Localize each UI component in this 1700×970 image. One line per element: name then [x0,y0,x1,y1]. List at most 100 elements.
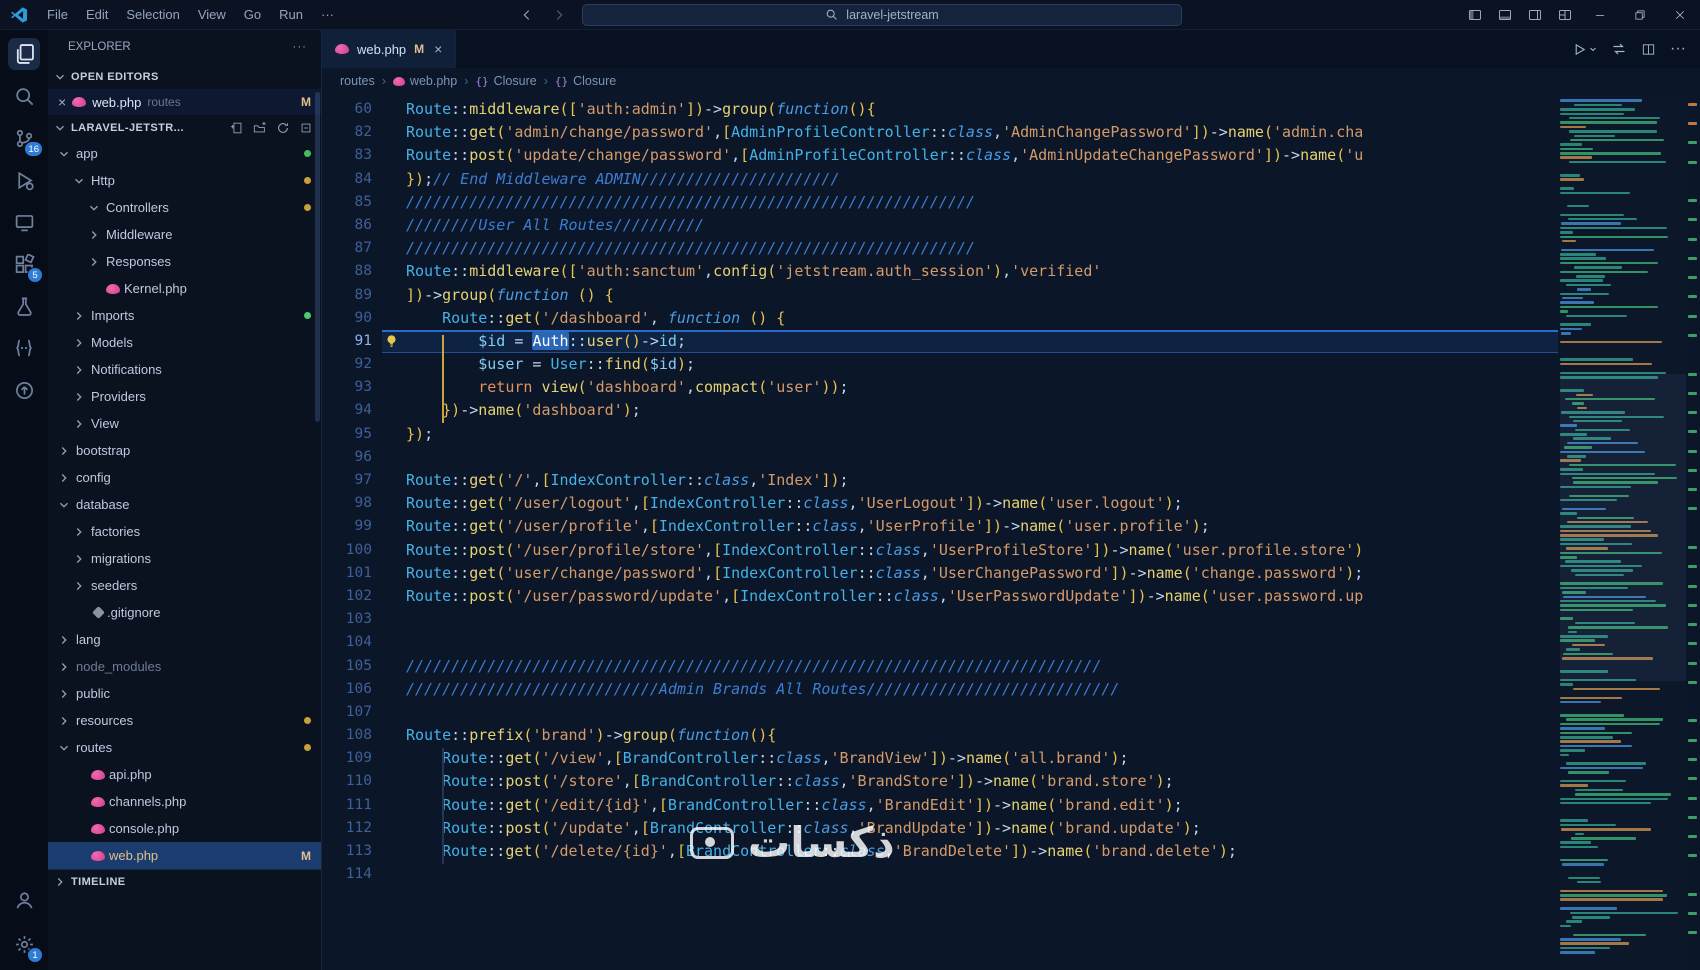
explorer-more-icon[interactable]: ··· [293,41,308,53]
share-icon[interactable] [8,374,40,406]
remote-explorer-icon[interactable] [8,206,40,238]
source-control-icon[interactable]: 16 [8,122,43,157]
code-line-90[interactable]: 90 Route::get('/dashboard', function () … [322,307,1558,330]
code-line-101[interactable]: 101 Route::get('user/change/password',[In… [322,562,1558,585]
nav-forward-icon[interactable] [550,6,568,24]
overview-ruler[interactable] [1686,94,1700,970]
code-line-95[interactable]: 95}); [322,423,1558,446]
tree-item-Responses[interactable]: Responses [48,248,321,275]
tree-item-routes[interactable]: routes [48,734,321,761]
tree-item-channels.php[interactable]: channels.php [48,788,321,815]
tree-item-Controllers[interactable]: Controllers [48,194,321,221]
tree-item-api.php[interactable]: api.php [48,761,321,788]
code-line-97[interactable]: 97 Route::get('/',[IndexController::class… [322,469,1558,492]
code-line-93[interactable]: 93 return view('dashboard',compact('user… [322,376,1558,399]
tree-item-console.php[interactable]: console.php [48,815,321,842]
code-line-109[interactable]: 109 Route::get('/view',[BrandController:… [322,747,1558,770]
tab-web-php[interactable]: web.php M × [322,30,457,68]
editor-more-actions-icon[interactable]: ··· [1670,40,1686,58]
tree-item-.gitignore[interactable]: .gitignore [48,599,321,626]
breadcrumb-closure[interactable]: {} Closure [555,74,616,88]
tree-item-Kernel.php[interactable]: Kernel.php [48,275,321,302]
tree-item-web.php[interactable]: web.php M [48,842,321,869]
code-line-96[interactable]: 96 [322,446,1558,469]
explorer-icon[interactable] [8,38,40,70]
code-line-114[interactable]: 114 [322,863,1558,886]
code-line-104[interactable]: 104 [322,631,1558,654]
menu-view[interactable]: View [189,4,235,25]
account-icon[interactable] [8,884,40,916]
code-line-100[interactable]: 100 Route::post('/user/profile/store',[In… [322,539,1558,562]
tree-item-app[interactable]: app [48,140,321,167]
code-line-85[interactable]: 85 //////////////////////////////////////… [322,191,1558,214]
menu-selection[interactable]: Selection [117,4,188,25]
collapse-all-icon[interactable] [299,121,313,135]
menu-more[interactable]: ··· [312,4,343,25]
close-icon[interactable]: × [58,94,66,110]
tree-item-Notifications[interactable]: Notifications [48,356,321,383]
nav-back-icon[interactable] [518,6,536,24]
tree-item-seeders[interactable]: seeders [48,572,321,599]
code-line-113[interactable]: 113 Route::get('/delete/{id}',[BrandCont… [322,840,1558,863]
sidebar-scrollbar[interactable] [315,92,320,422]
code-line-111[interactable]: 111 Route::get('/edit/{id}',[BrandContro… [322,794,1558,817]
menu-run[interactable]: Run [270,4,312,25]
tree-item-migrations[interactable]: migrations [48,545,321,572]
refresh-icon[interactable] [276,121,290,135]
tree-item-public[interactable]: public [48,680,321,707]
split-editor-icon[interactable] [1641,42,1656,57]
lightbulb-icon[interactable] [384,334,399,349]
open-changes-icon[interactable] [1611,41,1627,57]
tree-item-View[interactable]: View [48,410,321,437]
new-folder-icon[interactable] [253,121,267,135]
restore-button[interactable] [1620,0,1660,29]
code-line-110[interactable]: 110 Route::post('/store',[BrandControlle… [322,770,1558,793]
code-line-92[interactable]: 92 $user = User::find($id); [322,353,1558,376]
tree-item-config[interactable]: config [48,464,321,491]
breadcrumb-closure[interactable]: {} Closure [475,74,536,88]
code-line-82[interactable]: 82 Route::get('admin/change/password',[Ad… [322,121,1558,144]
minimap-slider[interactable] [1560,374,1686,681]
tree-item-Providers[interactable]: Providers [48,383,321,410]
run-debug-icon[interactable] [8,164,40,196]
code-line-60[interactable]: 60 Route::middleware(['auth:admin'])->gro… [322,98,1558,121]
close-button[interactable] [1660,0,1700,29]
code-line-105[interactable]: 105 /////////////////////////////////////… [322,655,1558,678]
tree-item-Middleware[interactable]: Middleware [48,221,321,248]
toggle-secondary-sidebar-icon[interactable] [1520,2,1550,28]
settings-icon[interactable]: 1 [8,928,43,963]
toggle-primary-sidebar-icon[interactable] [1460,2,1490,28]
menu-file[interactable]: File [38,4,77,25]
tree-item-node_modules[interactable]: node_modules [48,653,321,680]
minimap[interactable] [1560,94,1686,970]
extensions-icon[interactable]: 5 [8,248,43,283]
code-line-89[interactable]: 89])->group(function () { [322,284,1558,307]
minimize-button[interactable] [1580,0,1620,29]
code-line-103[interactable]: 103 [322,608,1558,631]
code-line-84[interactable]: 84});// End Middleware ADMIN////////////… [322,168,1558,191]
code-line-87[interactable]: 87 //////////////////////////////////////… [322,237,1558,260]
tree-item-bootstrap[interactable]: bootstrap [48,437,321,464]
timeline-header[interactable]: TIMELINE [48,869,321,894]
code-line-94[interactable]: 94 })->name('dashboard'); [322,399,1558,422]
tree-item-Models[interactable]: Models [48,329,321,356]
open-editors-header[interactable]: OPEN EDITORS [48,64,321,89]
tree-item-Imports[interactable]: Imports [48,302,321,329]
code-line-108[interactable]: 108 Route::prefix('brand')->group(functio… [322,724,1558,747]
tab-close-icon[interactable]: × [434,41,442,57]
code-line-86[interactable]: 86 ////////User All Routes////////// [322,214,1558,237]
tree-item-database[interactable]: database [48,491,321,518]
testing-icon[interactable] [8,290,40,322]
breadcrumb-web.php[interactable]: web.php [392,74,457,88]
menu-go[interactable]: Go [235,4,270,25]
search-icon[interactable] [8,80,40,112]
command-center-search[interactable]: laravel-jetstream [582,3,1182,26]
toggle-panel-icon[interactable] [1490,2,1520,28]
code-line-88[interactable]: 88 Route::middleware(['auth:sanctum',conf… [322,260,1558,283]
new-file-icon[interactable] [230,121,244,135]
code-line-99[interactable]: 99 Route::get('/user/profile',[IndexContr… [322,515,1558,538]
code-area[interactable]: 60 Route::middleware(['auth:admin'])->gro… [322,94,1700,970]
tree-item-resources[interactable]: resources [48,707,321,734]
tree-item-factories[interactable]: factories [48,518,321,545]
customize-layout-icon[interactable] [1550,2,1580,28]
